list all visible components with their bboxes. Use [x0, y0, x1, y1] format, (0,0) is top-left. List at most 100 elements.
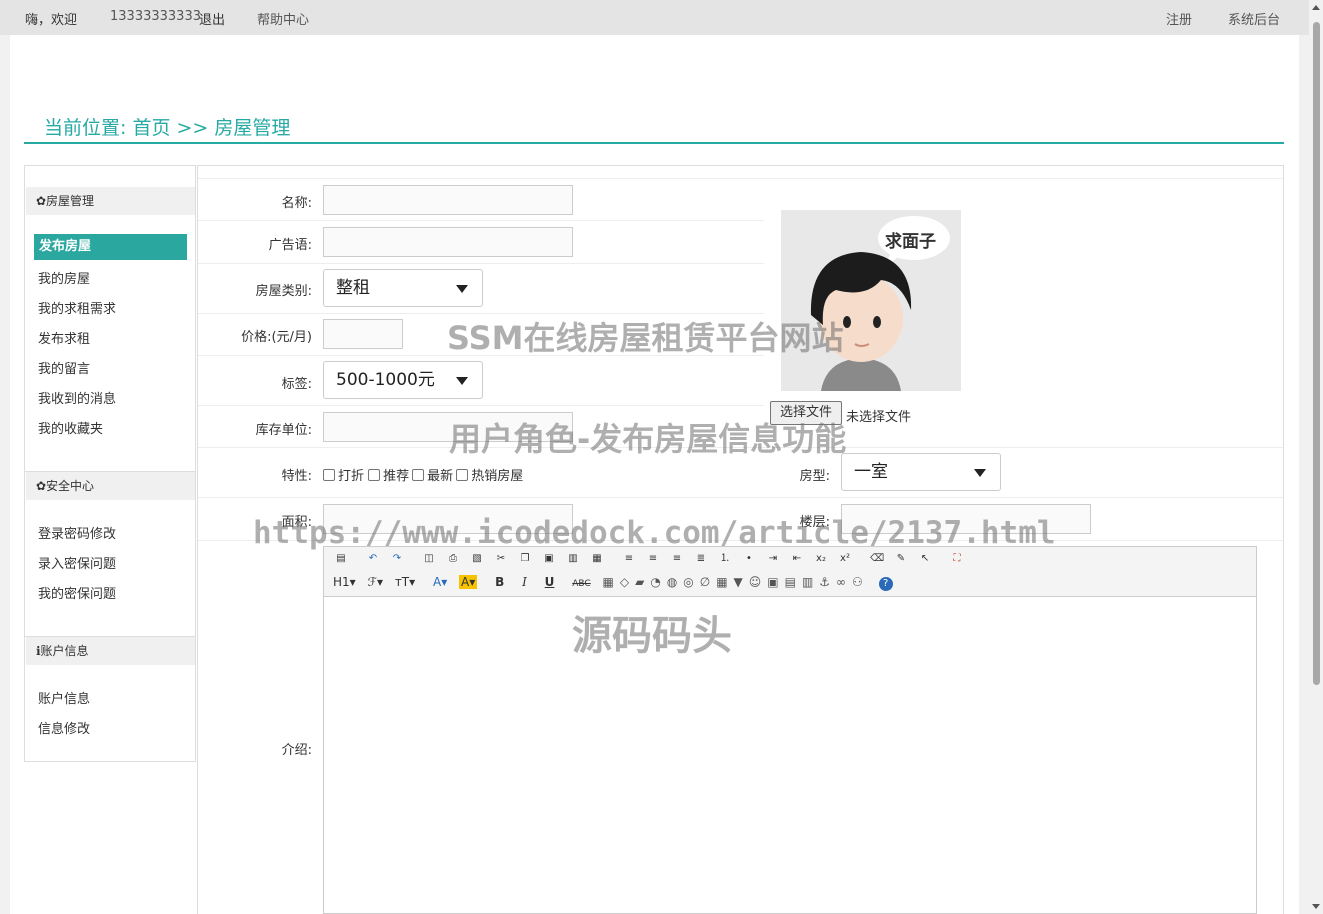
italic-button[interactable]: I: [522, 575, 527, 589]
superscript-icon[interactable]: x²: [838, 552, 852, 566]
feature-checkbox-hot[interactable]: [456, 469, 469, 481]
subscript-icon[interactable]: x₂: [814, 552, 828, 566]
user-phone[interactable]: 13333333333: [110, 9, 201, 24]
sidebar-item-my-rent-request[interactable]: 我的求租需求: [38, 298, 116, 317]
help-center-link[interactable]: 帮助中心: [257, 9, 309, 28]
ordered-list-icon[interactable]: ⒈: [718, 552, 732, 566]
logout-link[interactable]: 退出: [199, 9, 225, 28]
align-right-icon[interactable]: ≡: [670, 552, 684, 566]
feature-label-hot: 热销房屋: [471, 469, 524, 484]
watermark-url: https://www.icodedock.com/article/2137.h…: [253, 515, 1056, 551]
sidebar-item-edit-info[interactable]: 信息修改: [38, 718, 90, 737]
watermark-subtitle: 用户角色-发布房屋信息功能: [449, 420, 847, 458]
align-left-icon[interactable]: ≡: [622, 552, 636, 566]
cut-icon[interactable]: ✂: [494, 552, 508, 566]
highlight-color-button[interactable]: A▾: [459, 575, 478, 589]
paste-icon[interactable]: ▣: [542, 552, 556, 566]
heading-button[interactable]: H1▾: [333, 575, 356, 589]
chevron-down-icon: [974, 469, 986, 477]
help-icon[interactable]: ?: [878, 577, 893, 591]
paste-text-icon[interactable]: ▥: [566, 552, 580, 566]
unordered-list-icon[interactable]: •: [742, 552, 756, 566]
print-icon[interactable]: ⎙: [446, 552, 460, 566]
editor-toolbar-row2: H1▾ ℱ▾ тT▾ A▾ A▾ B I U ABC ▦◇▰◔◍◎∅▦▼☺▣▤▥…: [333, 575, 893, 591]
sidebar-item-account-info[interactable]: 账户信息: [38, 688, 90, 707]
room-type-label: 房型:: [799, 469, 830, 484]
scroll-up-icon[interactable]: [1312, 5, 1320, 10]
category-select[interactable]: 整租: [323, 269, 483, 307]
font-family-button[interactable]: ℱ▾: [368, 575, 383, 589]
watermark-title: SSM在线房屋租赁平台网站: [447, 319, 844, 357]
row-divider: [198, 263, 764, 264]
sidebar-item-received-messages[interactable]: 我收到的消息: [38, 388, 116, 407]
tag-select[interactable]: 500-1000元: [323, 361, 483, 399]
spellcheck-icon[interactable]: ✎: [894, 552, 908, 566]
sidebar-item-my-house[interactable]: 我的房屋: [38, 268, 90, 287]
row-divider: [198, 178, 1283, 179]
breadcrumb-underline: [24, 142, 1284, 144]
row-divider: [198, 220, 764, 221]
name-input[interactable]: [323, 185, 573, 215]
editor-toolbar: ▤ ↶ ↷ ◫ ⎙ ▧ ✂ ❐ ▣ ▥ ▦ ≡ ≡ ≡ ≣ ⒈ • ⇥ ⇤ x₂ x² ⌫ ✎ ↖ ⛶ H1▾ ℱ▾ тT▾ A…: [324, 547, 1256, 597]
category-value: 整租: [336, 278, 370, 298]
breadcrumb: 当前位置: 首页 >> 房屋管理: [44, 117, 291, 139]
section-title-house: ✿房屋管理: [26, 187, 195, 215]
bold-button[interactable]: B: [495, 575, 504, 589]
slogan-input[interactable]: [323, 227, 573, 257]
feature-checkbox-recommend[interactable]: [368, 469, 381, 481]
undo-icon[interactable]: ↶: [366, 552, 380, 566]
row-divider: [198, 405, 764, 406]
fullscreen-icon[interactable]: ⛶: [950, 552, 964, 566]
category-label: 房屋类别:: [255, 284, 312, 299]
intro-label: 介绍:: [281, 743, 312, 758]
scrollbar-thumb[interactable]: [1313, 22, 1320, 685]
sidebar-item-publish-house[interactable]: 发布房屋: [34, 234, 187, 260]
align-center-icon[interactable]: ≡: [646, 552, 660, 566]
source-icon[interactable]: ▤: [334, 552, 348, 566]
watermark-brand: 源码码头: [572, 613, 732, 659]
tag-value: 500-1000元: [336, 370, 435, 390]
select-all-icon[interactable]: ↖: [918, 552, 932, 566]
indent-icon[interactable]: ⇥: [766, 552, 780, 566]
font-color-button[interactable]: A▾: [433, 575, 447, 589]
outdent-icon[interactable]: ⇤: [790, 552, 804, 566]
feature-checkbox-newest[interactable]: [412, 469, 425, 481]
template-icon[interactable]: ▧: [470, 552, 484, 566]
underline-button[interactable]: U: [545, 575, 555, 589]
editor-content-area[interactable]: [324, 597, 1256, 913]
chevron-down-icon: [456, 285, 468, 293]
register-link[interactable]: 注册: [1166, 9, 1192, 28]
sidebar-item-enter-security-question[interactable]: 录入密保问题: [38, 553, 116, 572]
feature-label: 特性:: [281, 469, 312, 484]
feature-label-recommend: 推荐: [383, 469, 410, 484]
feature-checkboxes: 打折 推荐 最新 热销房屋: [323, 465, 523, 484]
sidebar-item-my-security-question[interactable]: 我的密保问题: [38, 583, 116, 602]
feature-checkbox-discount[interactable]: [323, 469, 335, 481]
clear-format-icon[interactable]: ⌫: [870, 552, 884, 566]
sidebar-item-publish-request[interactable]: 发布求租: [38, 328, 90, 347]
scroll-down-icon[interactable]: [1312, 904, 1320, 909]
file-status-text: 未选择文件: [846, 410, 912, 425]
font-size-button[interactable]: тT▾: [395, 575, 415, 589]
rich-text-editor[interactable]: ▤ ↶ ↷ ◫ ⎙ ▧ ✂ ❐ ▣ ▥ ▦ ≡ ≡ ≡ ≣ ⒈ • ⇥ ⇤ x₂ x² ⌫ ✎ ↖ ⛶ H1▾ ℱ▾ тT▾ A…: [323, 546, 1257, 914]
sidebar-item-change-password[interactable]: 登录密码修改: [38, 523, 116, 542]
sidebar-item-my-messages[interactable]: 我的留言: [38, 358, 90, 377]
feature-label-discount: 打折: [338, 469, 365, 484]
room-type-select[interactable]: 一室: [841, 453, 1001, 491]
redo-icon[interactable]: ↷: [390, 552, 404, 566]
price-label: 价格:(元/月): [241, 330, 312, 345]
page-scrollbar[interactable]: [1309, 0, 1323, 914]
preview-icon[interactable]: ◫: [422, 552, 436, 566]
sidebar-item-favorites[interactable]: 我的收藏夹: [38, 418, 103, 437]
copy-icon[interactable]: ❐: [518, 552, 532, 566]
paste-word-icon[interactable]: ▦: [590, 552, 604, 566]
strikethrough-button[interactable]: ABC: [572, 579, 590, 589]
admin-link[interactable]: 系统后台: [1228, 9, 1280, 28]
justify-icon[interactable]: ≣: [694, 552, 708, 566]
top-nav-bar: 嗨，欢迎 13333333333 退出 帮助中心 注册 系统后台: [0, 0, 1309, 35]
stock-label: 库存单位:: [255, 423, 312, 438]
price-input[interactable]: [323, 319, 403, 349]
chevron-down-icon: [456, 377, 468, 385]
sidebar: ✿房屋管理 发布房屋 我的房屋 我的求租需求 发布求租 我的留言 我收到的消息 …: [24, 165, 196, 762]
misc-toolbar-icons[interactable]: ▦◇▰◔◍◎∅▦▼☺▣▤▥⚓∞⚇: [603, 575, 869, 589]
